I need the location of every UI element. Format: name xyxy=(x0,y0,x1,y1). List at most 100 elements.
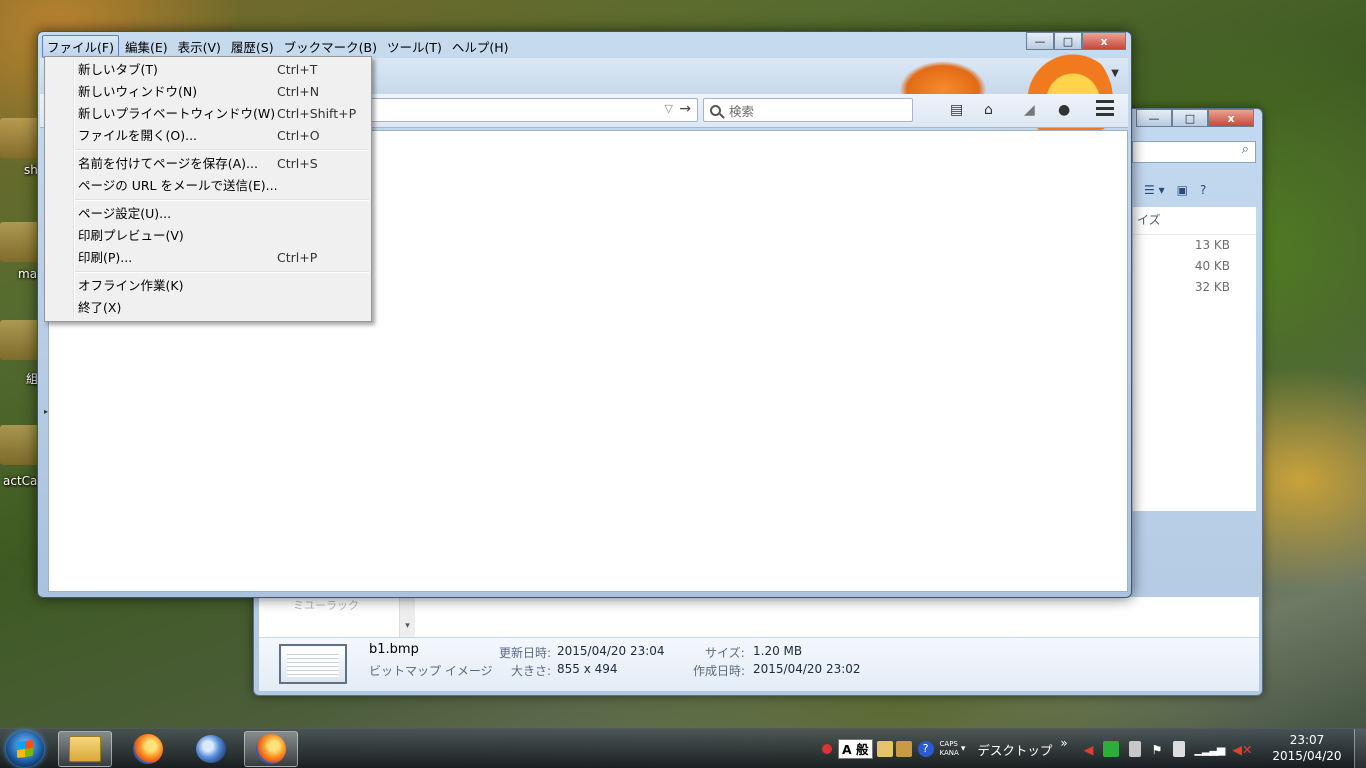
menu-item-label: 印刷(P)... xyxy=(78,250,133,265)
notification-area: A 般 ? CAPS KANA ▾ デスクトップ » ◀ ⚑ ▁▂▃▅ ◀✕ xyxy=(822,729,1252,768)
url-bar[interactable]: ▽ → xyxy=(358,98,698,122)
taskbar-firefox-pinned-button[interactable] xyxy=(121,731,175,767)
preview-pane-icon[interactable]: ▣ xyxy=(1177,183,1188,197)
ime-tools-icon[interactable] xyxy=(895,741,912,757)
list-item-size[interactable]: 32 KB xyxy=(1133,277,1256,298)
firefox-icon xyxy=(133,734,163,764)
security-check-icon[interactable] xyxy=(1103,741,1120,757)
menu-view[interactable]: 表示(V) xyxy=(174,36,225,57)
volume-muted-icon[interactable]: ◀ xyxy=(1084,742,1094,757)
speaker-muted-icon[interactable]: ◀✕ xyxy=(1232,742,1252,757)
action-center-flag-icon[interactable]: ⚑ xyxy=(1151,742,1162,757)
file-list: イズ 13 KB 40 KB 32 KB xyxy=(1132,207,1256,511)
desktop-icon-label: ma xyxy=(18,267,38,281)
menu-item-work-offline[interactable]: オフライン作業(K) xyxy=(45,275,371,297)
addon-icon[interactable]: ● xyxy=(1058,102,1070,118)
menu-item-label: 新しいプライベートウィンドウ(W) xyxy=(78,106,276,121)
details-file-type: ビットマップ イメージ xyxy=(369,664,493,678)
menu-item-label: 名前を付けてページを保存(A)... xyxy=(78,156,258,171)
network-signal-icon[interactable]: ▁▂▃▅ xyxy=(1195,743,1226,756)
menu-item-label: ページ設定(U)... xyxy=(78,206,172,221)
taskbar-thunderbird-button[interactable] xyxy=(184,731,238,767)
menu-history[interactable]: 履歴(S) xyxy=(227,36,278,57)
tab-list-chevron-icon[interactable]: ▼ xyxy=(1111,68,1119,79)
desktop-toolbar-label[interactable]: デスクトップ xyxy=(977,740,1052,759)
nav-item-partial[interactable]: ミユーラック xyxy=(293,597,359,613)
menu-item-new-private-window[interactable]: 新しいプライベートウィンドウ(W) Ctrl+Shift+P xyxy=(45,103,371,125)
details-file-name: b1.bmp xyxy=(369,642,419,657)
start-button[interactable] xyxy=(6,731,44,767)
bookmarks-icon[interactable]: ▤ xyxy=(950,102,963,118)
menu-item-label: 印刷プレビュー(V) xyxy=(78,228,184,243)
thunderbird-icon xyxy=(196,735,226,763)
menu-item-shortcut: Ctrl+N xyxy=(277,84,320,99)
menu-item-email-link[interactable]: ページの URL をメールで送信(E)... xyxy=(45,175,371,197)
details-pane: b1.bmp ビットマップ イメージ 更新日時: 2015/04/20 23:0… xyxy=(259,637,1259,691)
details-created-label: 作成日時: xyxy=(693,664,746,678)
details-dimensions-value: 855 x 494 xyxy=(557,662,618,676)
list-item-size[interactable]: 40 KB xyxy=(1133,256,1256,277)
menu-item-page-setup[interactable]: ページ設定(U)... xyxy=(45,203,371,225)
details-modified-value: 2015/04/20 23:04 xyxy=(557,644,665,658)
details-size-value: 1.20 MB xyxy=(753,644,803,658)
taskbar-explorer-button[interactable] xyxy=(58,731,112,767)
power-icon[interactable] xyxy=(1172,741,1185,757)
menu-item-print-preview[interactable]: 印刷プレビュー(V) xyxy=(45,225,371,247)
menu-item-exit[interactable]: 終了(X) xyxy=(45,297,371,319)
search-input[interactable]: 検索 xyxy=(703,98,913,122)
maximize-button[interactable]: □ xyxy=(1172,109,1208,127)
column-header-size[interactable]: イズ xyxy=(1133,207,1256,235)
desktop-icon[interactable] xyxy=(0,222,40,262)
menu-item-label: 終了(X) xyxy=(78,300,122,315)
search-icon: ⌕ xyxy=(1241,142,1249,157)
menu-item-open-file[interactable]: ファイルを開く(O)... Ctrl+O xyxy=(45,125,371,147)
caps-indicator: CAPS xyxy=(939,740,958,748)
menu-tools[interactable]: ツール(T) xyxy=(383,36,446,57)
menu-item-label: ページの URL をメールで送信(E)... xyxy=(78,178,278,193)
hamburger-menu-icon[interactable] xyxy=(1096,100,1114,116)
pocket-icon[interactable]: ◢ xyxy=(1024,102,1035,118)
menu-bookmarks[interactable]: ブックマーク(B) xyxy=(280,36,381,57)
close-button[interactable]: x xyxy=(1082,32,1126,50)
details-modified-label: 更新日時: xyxy=(499,646,552,660)
menu-file[interactable]: ファイル(F) xyxy=(42,34,119,58)
taskbar-firefox-active-button[interactable] xyxy=(244,731,298,767)
menu-item-label: 新しいウィンドウ(N) xyxy=(78,84,198,99)
clock-date: 2015/04/20 xyxy=(1272,749,1342,763)
menu-item-new-window[interactable]: 新しいウィンドウ(N) Ctrl+N xyxy=(45,81,371,103)
desktop-icon[interactable] xyxy=(0,118,40,158)
ime-help-icon[interactable]: ? xyxy=(917,741,934,757)
menu-item-print[interactable]: 印刷(P)... Ctrl+P xyxy=(45,247,371,269)
list-item-size[interactable]: 13 KB xyxy=(1133,235,1256,256)
alert-icon[interactable] xyxy=(822,744,832,754)
help-icon[interactable]: ? xyxy=(1200,183,1206,197)
nav-scrollbar[interactable]: ▾ xyxy=(399,597,415,637)
ime-options-icon[interactable]: ▾ xyxy=(961,744,966,754)
desktop-icon[interactable] xyxy=(0,320,40,360)
minimize-button[interactable]: — xyxy=(1136,109,1172,127)
menu-item-save-page[interactable]: 名前を付けてページを保存(A)... Ctrl+S xyxy=(45,153,371,175)
home-icon[interactable]: ⌂ xyxy=(984,102,993,118)
caps-kana-indicator: CAPS KANA xyxy=(940,740,959,758)
explorer-search-input[interactable]: ⌕ xyxy=(1132,141,1256,163)
sidebar-toggle-icon[interactable]: ▸ xyxy=(44,407,48,416)
menu-edit[interactable]: 編集(E) xyxy=(121,36,172,57)
view-options-icon[interactable]: ☰ ▾ xyxy=(1144,183,1165,197)
explorer-caption-buttons: — □ x xyxy=(1136,109,1254,127)
system-clock[interactable]: 23:07 2015/04/20 xyxy=(1268,732,1346,764)
ime-dictionary-icon[interactable] xyxy=(876,741,893,757)
desktop-icon[interactable] xyxy=(0,425,40,465)
history-dropdown-icon[interactable]: ▽ xyxy=(665,102,673,115)
close-button[interactable]: x xyxy=(1208,109,1254,127)
toolbar-chevron-icon[interactable]: » xyxy=(1060,736,1067,750)
show-desktop-button[interactable] xyxy=(1354,729,1366,768)
search-placeholder: 検索 xyxy=(729,103,755,119)
ime-mode-indicator[interactable]: A 般 xyxy=(838,739,873,759)
menu-item-new-tab[interactable]: 新しいタブ(T) Ctrl+T xyxy=(45,59,371,81)
desktop-icon-label: actCa xyxy=(3,474,38,488)
details-dimensions-label: 大きさ: xyxy=(511,664,552,678)
menu-help[interactable]: ヘルプ(H) xyxy=(448,36,513,57)
safely-remove-icon[interactable] xyxy=(1129,741,1142,757)
clock-time: 23:07 xyxy=(1289,733,1325,747)
go-arrow-icon[interactable]: → xyxy=(679,101,691,117)
